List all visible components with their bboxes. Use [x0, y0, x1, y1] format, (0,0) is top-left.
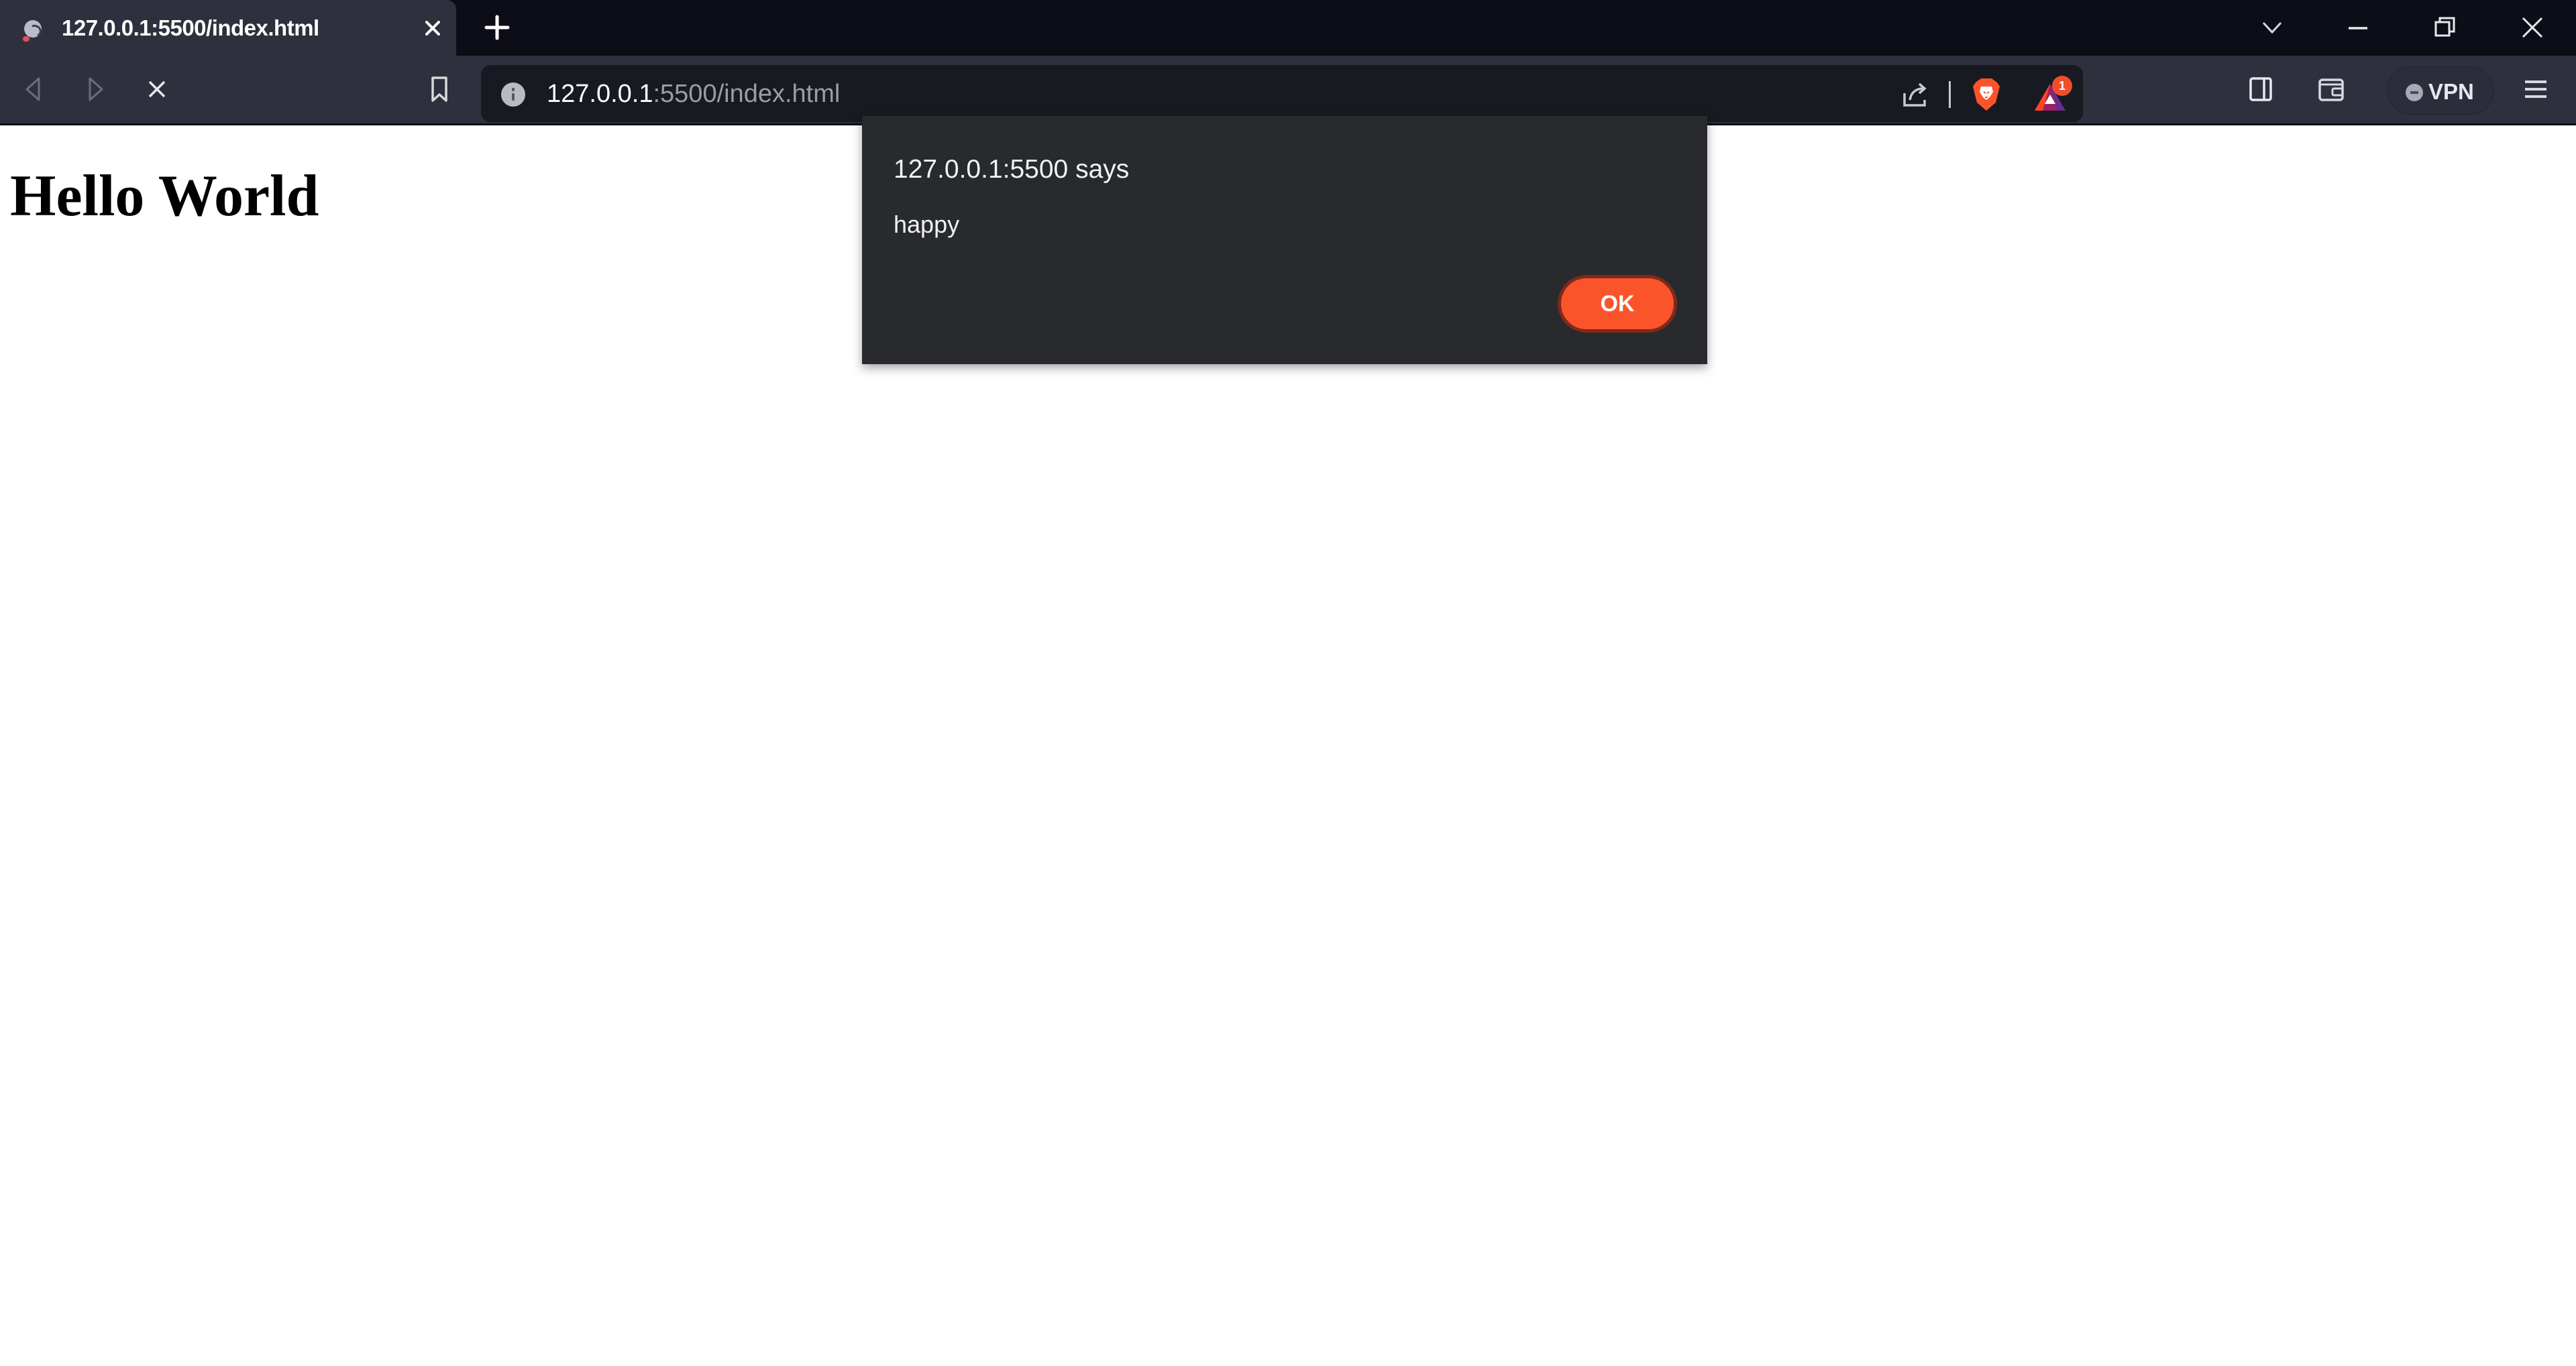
stop-loading-icon[interactable]: [142, 74, 172, 104]
globe-icon: [24, 20, 42, 38]
url-path: :5500/index.html: [653, 80, 841, 108]
alert-title: 127.0.0.1:5500 says: [894, 155, 1130, 184]
forward-arrow-icon[interactable]: [80, 74, 110, 104]
loading-indicator-icon: [23, 36, 30, 42]
plus-icon[interactable]: [482, 12, 513, 43]
tab-close-icon[interactable]: [419, 15, 446, 42]
rewards-badge: 1: [2052, 76, 2072, 96]
vpn-label: VPN: [2428, 79, 2474, 104]
tab-active[interactable]: 127.0.0.1:5500/index.html: [0, 0, 456, 56]
restore-icon[interactable]: [2430, 12, 2461, 43]
vpn-status-icon: [2406, 84, 2423, 101]
brave-rewards-button[interactable]: 1: [2033, 76, 2075, 112]
wallet-icon[interactable]: [2316, 74, 2346, 104]
vpn-button[interactable]: VPN: [2387, 66, 2494, 115]
divider: [1949, 81, 1951, 108]
hamburger-menu-icon[interactable]: [2521, 74, 2551, 104]
alert-dialog: 127.0.0.1:5500 says happy OK: [862, 116, 1707, 364]
tab-strip: 127.0.0.1:5500/index.html: [0, 0, 2576, 56]
tab-title: 127.0.0.1:5500/index.html: [62, 15, 319, 40]
address-bar[interactable]: 127.0.0.1:5500/index.html 1: [481, 65, 2083, 122]
toolbar: 127.0.0.1:5500/index.html 1 VPN: [0, 56, 2576, 125]
page-heading: Hello World: [10, 164, 319, 229]
minimize-icon[interactable]: [2343, 12, 2373, 43]
back-arrow-icon[interactable]: [19, 74, 48, 104]
sidebar-icon[interactable]: [2246, 74, 2275, 104]
brave-shields-icon[interactable]: [1972, 77, 2001, 112]
alert-message: happy: [894, 211, 960, 238]
share-icon[interactable]: [1900, 80, 1930, 109]
bookmark-icon[interactable]: [425, 74, 454, 104]
ok-button[interactable]: OK: [1558, 275, 1677, 333]
chevron-down-icon[interactable]: [2257, 12, 2288, 43]
info-icon[interactable]: [501, 82, 525, 107]
url-text[interactable]: 127.0.0.1:5500/index.html: [547, 77, 840, 111]
close-icon[interactable]: [2517, 12, 2548, 43]
url-host: 127.0.0.1: [547, 80, 653, 108]
